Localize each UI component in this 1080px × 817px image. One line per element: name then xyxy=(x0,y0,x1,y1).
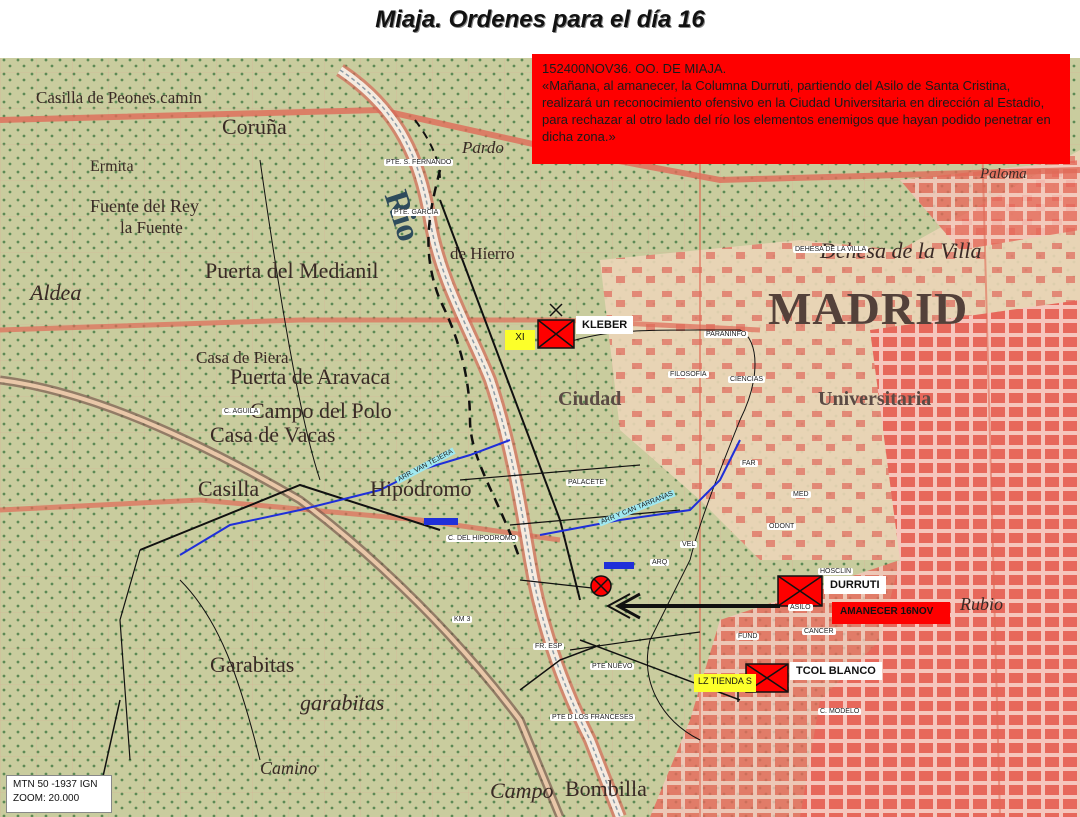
tag-c-modelo: C. MODELO xyxy=(818,708,862,715)
label-universitaria: Universitaria xyxy=(818,388,932,410)
label-aldea: Aldea xyxy=(30,280,82,305)
tag-asilo: ASILO xyxy=(788,604,813,611)
label-fuente-rey: Fuente del Rey xyxy=(90,196,199,216)
label-casa-vacas: Casa de Vacas xyxy=(210,422,336,447)
label-campo-polo: Campo del Polo xyxy=(250,398,392,423)
tag-cancer: CANCER xyxy=(802,628,836,635)
lz-tienda-tag: LZ TIENDA S xyxy=(694,674,756,692)
label-pardo: Pardo xyxy=(462,138,504,157)
label-casilla-peones: Casilla de Peones camin xyxy=(36,88,202,107)
tag-dehesa-villa: DEHESA DE LA VILLA xyxy=(793,246,869,253)
tag-med: MED xyxy=(791,491,811,498)
tag-odont: ODONT xyxy=(767,523,797,530)
unit-label-kleber: KLEBER xyxy=(576,316,634,334)
tag-pte-garcia: PTE. GARCIA xyxy=(392,209,441,216)
unit-label-durruti: DURRUTI xyxy=(824,576,886,594)
label-casa-piera: Casa de Piera xyxy=(196,348,289,367)
label-paloma: Paloma xyxy=(980,166,1027,182)
label-ciudad: Ciudad xyxy=(558,388,622,410)
tag-fund: FUND xyxy=(736,633,760,640)
label-casilla: Casilla xyxy=(198,476,260,501)
tag-hospital: HOSCLIN xyxy=(818,568,854,575)
tag-c-hipodromo: C. DEL HIPODROMO xyxy=(446,535,519,542)
tag-pte-fernando: PTE. S. FERNANDO xyxy=(384,159,454,166)
label-la-garabitas: garabitas xyxy=(300,690,385,715)
label-puerta-medianil: Puerta del Medianil xyxy=(205,258,379,283)
label-la-fuente: la Fuente xyxy=(120,218,183,237)
tag-arq: ARQ xyxy=(650,559,670,566)
map-graphics xyxy=(0,58,1080,817)
label-campo: Campo xyxy=(490,778,554,803)
tag-k3: KM 3 xyxy=(452,616,473,623)
tag-palacete: PALACETE xyxy=(566,479,607,486)
label-hipodromo: Hipódromo xyxy=(370,476,472,501)
legend-zoom: ZOOM: 20.000 xyxy=(13,793,80,804)
label-ermita: Ermita xyxy=(90,158,134,175)
unit-label-tcol-blanco: TCOL BLANCO xyxy=(790,662,882,680)
tag-pte-franceses: PTE D LOS FRANCESES xyxy=(550,714,636,721)
label-coruna: Coruña xyxy=(222,114,287,139)
tag-vel: VEL xyxy=(680,541,698,548)
order-text: «Mañana, al amanecer, la Columna Durruti… xyxy=(542,78,1051,144)
topographic-map[interactable]: MADRID Ciudad Universitaria Dehesa de la… xyxy=(0,58,1080,817)
tag-far: FAR xyxy=(740,460,758,467)
tag-ciencias: CIENCIAS xyxy=(728,376,766,383)
amanecer-tag: AMANECER 16NOV xyxy=(832,602,950,624)
label-hierro: de Hierro xyxy=(450,244,515,263)
tag-pte-nuevo: PTE NUEVO xyxy=(590,663,635,670)
page-title: Miaja. Ordenes para el día 16 xyxy=(375,6,705,33)
label-madrid: MADRID xyxy=(768,283,969,334)
map-legend: MTN 50 -1937 IGN ZOOM: 20.000 xyxy=(6,775,112,813)
order-header: 152400NOV36. OO. DE MIAJA. xyxy=(542,61,727,76)
label-garabitas: Garabitas xyxy=(210,652,295,677)
label-rubio: Rubio xyxy=(960,594,1003,614)
label-bombilla: Bombilla xyxy=(565,776,647,801)
tag-filosofia: FILOSOFIA xyxy=(668,371,709,378)
legend-source: MTN 50 -1937 IGN xyxy=(13,779,98,790)
xi-tag: XI xyxy=(505,330,535,350)
label-camino: Camino xyxy=(260,758,318,778)
tag-c-aguila: C. AGUILA xyxy=(222,408,261,415)
order-box: 152400NOV36. OO. DE MIAJA. «Mañana, al a… xyxy=(532,54,1070,164)
tag-paraninfo: PARANINFO xyxy=(704,331,749,338)
tag-fr-esp: FR. ESP xyxy=(533,643,565,650)
